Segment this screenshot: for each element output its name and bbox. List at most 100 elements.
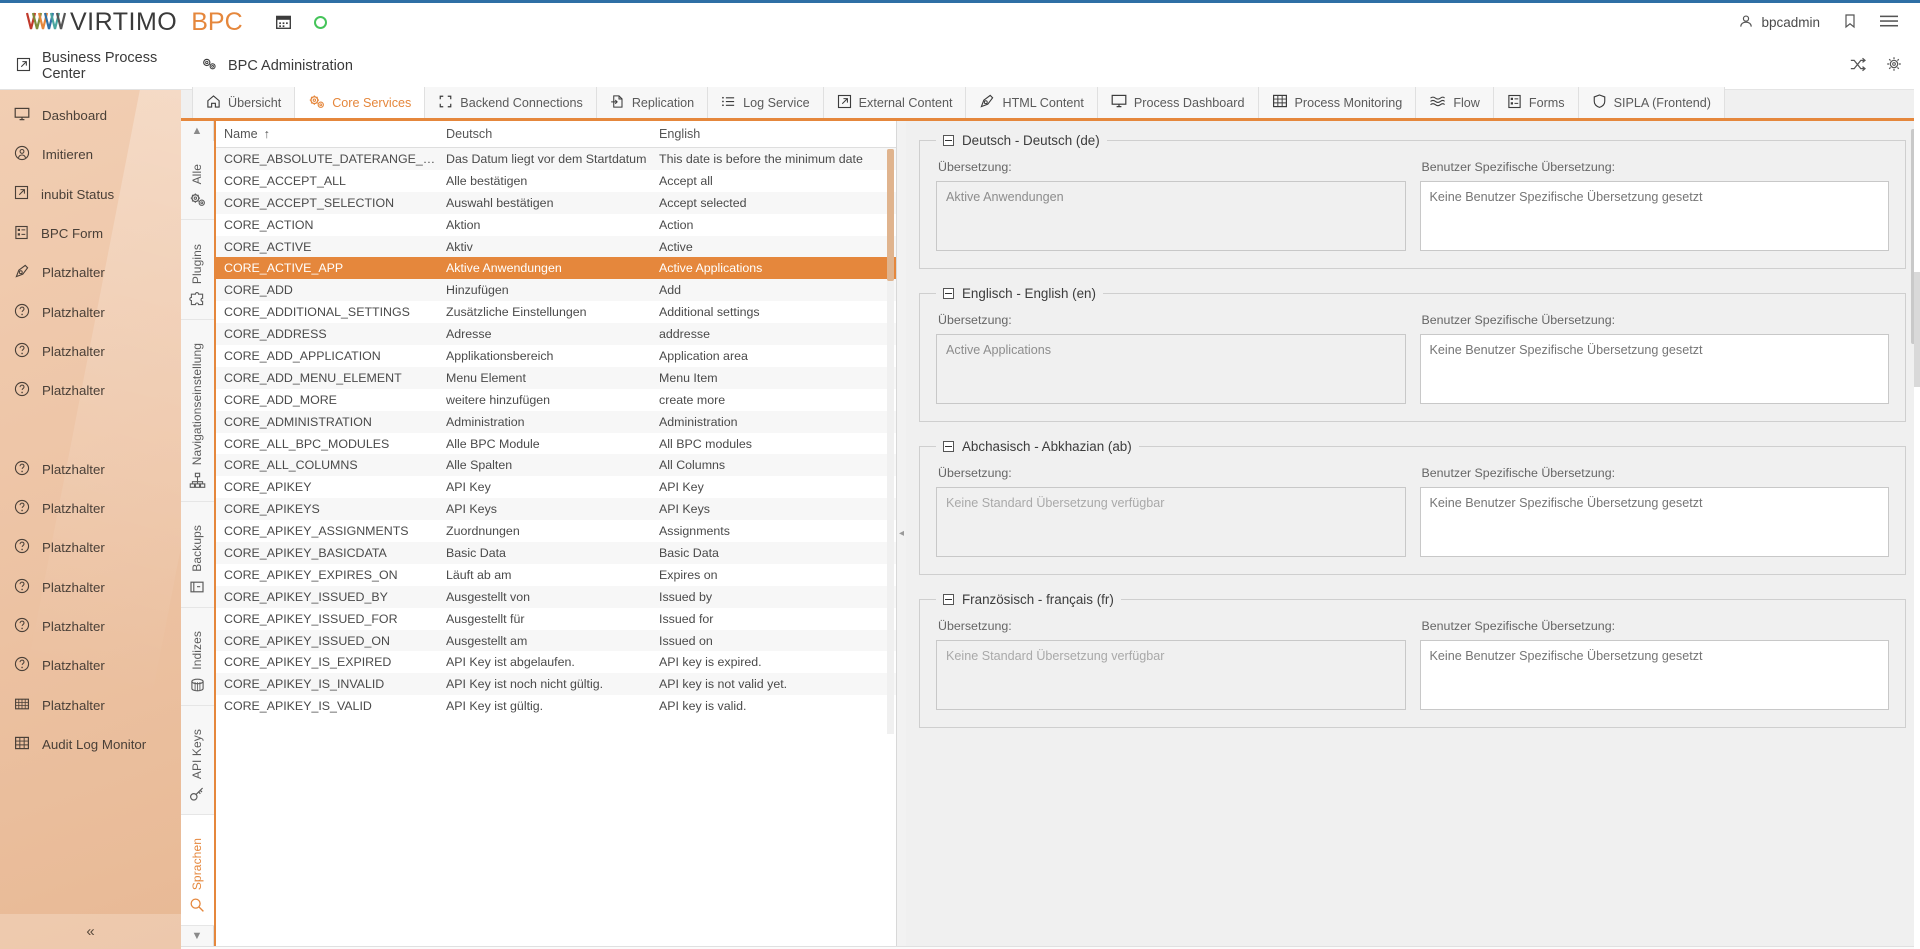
collapse-toggle-icon[interactable] (943, 135, 954, 146)
sidebar-item-dashboard[interactable]: Dashboard (0, 96, 181, 135)
tab--bersicht[interactable]: Übersicht (192, 87, 296, 118)
sidebar-item-imitieren[interactable]: Imitieren (0, 135, 181, 174)
table-row[interactable]: CORE_ACCEPT_SELECTION Auswahl bestätigen A… (216, 191, 896, 214)
table-row[interactable]: CORE_ADD_MENU_ELEMENT Menu Element Menu It… (216, 366, 896, 389)
sidebar-item-audit-log-monitor[interactable]: Audit Log Monitor (0, 725, 181, 764)
sidebar-item-platzhalter[interactable]: Platzhalter (0, 332, 181, 371)
collapse-toggle-icon[interactable] (943, 441, 954, 452)
translation-textarea[interactable] (936, 181, 1406, 251)
user-translation-textarea[interactable] (1419, 181, 1889, 251)
page-scrollbar-thumb[interactable] (1914, 272, 1920, 387)
sidebar-item-platzhalter[interactable]: Platzhalter (0, 253, 181, 292)
vtab-plugins[interactable]: Plugins (180, 220, 214, 320)
sidebar-header[interactable]: Business Process Center (0, 42, 181, 90)
table-row[interactable]: CORE_ADMINISTRATION Administration Adminis… (216, 410, 896, 433)
table-row[interactable]: CORE_ACTIVE_APP Aktive Anwendungen Active … (216, 257, 896, 280)
cell-name: CORE_ADDRESS (224, 327, 327, 342)
vtab-sprachen[interactable]: Sprachen (180, 814, 214, 926)
cell-deutsch: Auswahl bestätigen (446, 195, 554, 210)
table-row[interactable]: CORE_ABSOLUTE_DATERANGE_MIN_... Das Datum… (216, 148, 896, 170)
sidebar-item-platzhalter[interactable]: Platzhalter (0, 528, 181, 567)
sidebar-item-label: Platzhalter (42, 304, 105, 320)
table-row[interactable]: CORE_APIKEY_ISSUED_BY Ausgestellt von Issu… (216, 585, 896, 608)
column-header-name[interactable]: Name ↑ (216, 127, 438, 141)
collapse-toggle-icon[interactable] (943, 288, 954, 299)
table-row[interactable]: CORE_APIKEY_ASSIGNMENTS Zuordnungen Assign… (216, 520, 896, 543)
user-translation-textarea[interactable] (1419, 334, 1889, 404)
tab-replication[interactable]: Replication (596, 87, 709, 118)
collapse-toggle-icon[interactable] (943, 594, 954, 605)
bookmark-icon[interactable] (1842, 13, 1858, 32)
tab-sipla-frontend[interactable]: SIPLA (Frontend) (1578, 87, 1725, 118)
table-row[interactable]: CORE_ADD_MORE weitere hinzufügen create mo… (216, 388, 896, 411)
sidebar-item-platzhalter[interactable]: Platzhalter (0, 489, 181, 528)
table-row[interactable]: CORE_APIKEY_ISSUED_ON Ausgestellt am Issue… (216, 629, 896, 652)
tab-log-service[interactable]: Log Service (708, 87, 824, 118)
column-header-english[interactable]: English (651, 127, 896, 141)
translation-textarea[interactable] (936, 487, 1406, 557)
translation-textarea[interactable] (936, 334, 1406, 404)
vtab-indizes[interactable]: Indizes (180, 607, 214, 706)
app-logo[interactable]: VIRTIMO BPC (0, 8, 243, 37)
cell-name: CORE_ADD_MORE (224, 392, 337, 407)
table-row[interactable]: CORE_ACCEPT_ALL Alle bestätigen Accept all (216, 169, 896, 192)
gear-icon[interactable] (1886, 56, 1902, 75)
panel-splitter[interactable]: ◂ (897, 121, 906, 946)
table-row[interactable]: CORE_ACTIVE Aktiv Active (216, 235, 896, 258)
table-row[interactable]: CORE_ALL_BPC_MODULES Alle BPC Module All B… (216, 432, 896, 455)
tab-backend-connections[interactable]: Backend Connections (425, 87, 597, 118)
sidebar-item-platzhalter[interactable]: Platzhalter (0, 607, 181, 646)
table-row[interactable]: CORE_ADD Hinzufügen Add (216, 279, 896, 302)
table-row[interactable]: CORE_ADD_APPLICATION Applikationsbereich A… (216, 345, 896, 367)
vtab-alle[interactable]: Alle (180, 141, 214, 221)
vtab-api-keys[interactable]: API Keys (180, 705, 214, 815)
cell-deutsch: Applikationsbereich (446, 348, 554, 363)
table-grid-icon (1272, 93, 1288, 112)
sidebar-item-platzhalter[interactable]: Platzhalter (0, 646, 181, 685)
cell-english: This date is before the minimum date (659, 151, 863, 166)
calendar-icon[interactable] (275, 13, 292, 33)
vrail-scroll-down-icon[interactable]: ▼ (181, 926, 214, 946)
sidebar-item-platzhalter[interactable]: Platzhalter (0, 450, 181, 489)
sidebar-item-bpc-form[interactable]: BPC Form (0, 214, 181, 253)
table-row[interactable]: CORE_ADDRESS Adresse addresse (216, 323, 896, 346)
shuffle-icon[interactable] (1849, 57, 1866, 75)
user-translation-textarea[interactable] (1419, 487, 1889, 557)
tab-process-dashboard[interactable]: Process Dashboard (1097, 87, 1259, 118)
column-header-deutsch[interactable]: Deutsch (438, 127, 651, 141)
sidebar-item-inubit-status[interactable]: inubit Status (0, 175, 181, 214)
vtab-backups[interactable]: Backups (180, 501, 214, 608)
table-row[interactable]: CORE_APIKEY_IS_EXPIRED API Key ist abgela… (216, 651, 896, 674)
sidebar-item-platzhalter[interactable]: Platzhalter (0, 371, 181, 410)
status-ok-circle-icon[interactable] (313, 16, 327, 29)
hamburger-menu-icon[interactable] (1880, 14, 1898, 31)
translation-textarea[interactable] (936, 640, 1406, 710)
table-row[interactable]: CORE_APIKEY_IS_INVALID API Key ist noch n… (216, 673, 896, 696)
table-row[interactable]: CORE_ALL_COLUMNS Alle Spalten All Columns (216, 454, 896, 477)
tab-flow[interactable]: Flow (1416, 87, 1494, 118)
table-scrollbar-thumb[interactable] (887, 149, 894, 281)
table-row[interactable]: CORE_APIKEY API Key API Key (216, 476, 896, 499)
sidebar-item-platzhalter[interactable]: Platzhalter (0, 685, 181, 724)
table-row[interactable]: CORE_ADDITIONAL_SETTINGS Zusätzliche Eins… (216, 301, 896, 324)
tab-process-monitoring[interactable]: Process Monitoring (1258, 87, 1417, 118)
tab-forms[interactable]: Forms (1493, 87, 1579, 118)
sidebar-item-platzhalter[interactable]: Platzhalter (0, 568, 181, 607)
tab-external-content[interactable]: External Content (823, 87, 967, 118)
sidebar-collapse-button[interactable]: « (0, 914, 181, 949)
tab-core-services[interactable]: Core Services (295, 87, 426, 118)
table-row[interactable]: CORE_APIKEY_ISSUED_FOR Ausgestellt für Iss… (216, 607, 896, 630)
vrail-scroll-up-icon[interactable]: ▲ (181, 121, 214, 141)
table-scrollbar[interactable] (887, 149, 894, 734)
table-row[interactable]: CORE_ACTION Aktion Action (216, 213, 896, 236)
tab-html-content[interactable]: HTML Content (966, 87, 1098, 118)
table-row[interactable]: CORE_APIKEYS API Keys API Keys (216, 498, 896, 521)
table-row[interactable]: CORE_APIKEY_IS_VALID API Key ist gültig. A… (216, 695, 896, 718)
user-menu[interactable]: bpcadmin (1738, 13, 1820, 32)
user-translation-textarea[interactable] (1419, 640, 1889, 710)
table-row[interactable]: CORE_APIKEY_BASICDATA Basic Data Basic Dat… (216, 542, 896, 564)
page-scrollbar[interactable] (1914, 42, 1920, 949)
table-row[interactable]: CORE_APIKEY_EXPIRES_ON Läuft ab am Expires… (216, 563, 896, 586)
sidebar-item-platzhalter[interactable]: Platzhalter (0, 292, 181, 331)
vtab-navigationseinstellung[interactable]: Navigationseinstellung (180, 319, 214, 502)
